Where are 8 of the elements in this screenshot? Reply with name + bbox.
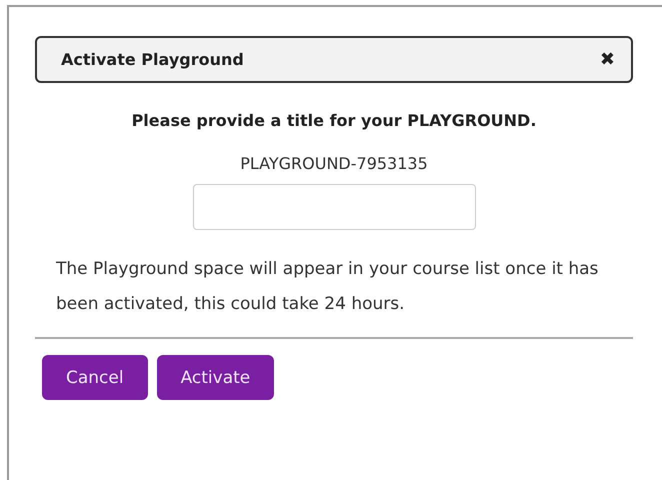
prompt-text: Please provide a title for your PLAYGROUND. (130, 111, 538, 130)
info-message: The Playground space will appear in your course list once it has been activated, this could take 24 hours. (56, 258, 600, 316)
cancel-button[interactable]: Cancel (42, 355, 148, 400)
dialog-title: Activate Playground (61, 50, 244, 69)
activate-button[interactable]: Activate (156, 355, 274, 400)
title-input-field[interactable] (193, 184, 476, 230)
playground-id: PLAYGROUND-7953135 (239, 154, 429, 173)
close-button[interactable]: ✖ (600, 49, 615, 70)
